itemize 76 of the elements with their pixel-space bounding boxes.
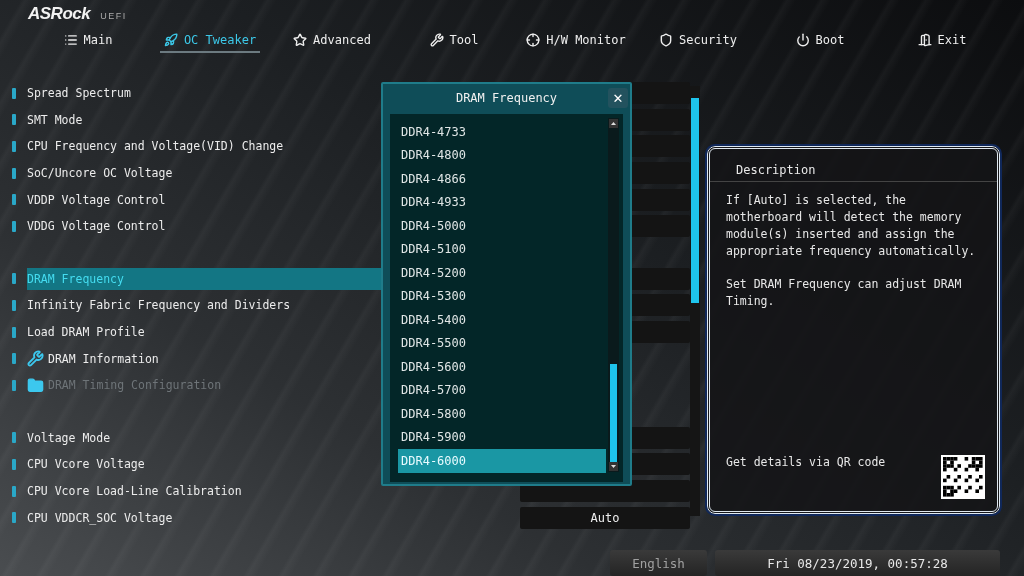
brand-suffix: UEFI: [100, 11, 127, 21]
option-item[interactable]: DDR4-4933: [398, 190, 606, 214]
bullet-icon: [12, 379, 16, 391]
bullet-icon: [12, 432, 16, 444]
bullet-icon: [12, 87, 16, 99]
bullet-icon: [12, 114, 16, 126]
option-item[interactable]: DDR4-5500: [398, 331, 606, 355]
setting-label[interactable]: DRAM Information: [27, 347, 159, 370]
option-item[interactable]: DDR4-5400: [398, 308, 606, 332]
setting-label[interactable]: CPU Vcore Voltage: [27, 453, 145, 476]
setting-label[interactable]: Infinity Fabric Frequency and Dividers: [27, 294, 291, 317]
bullet-icon: [12, 273, 16, 285]
bullet-icon: [12, 458, 16, 470]
menu-tab[interactable]: Security: [655, 31, 741, 53]
rocket-icon: [163, 33, 178, 47]
bullet-icon: [12, 220, 16, 232]
setting-label[interactable]: CPU Vcore Load-Line Calibration: [27, 480, 242, 502]
option-item[interactable]: DDR4-5900: [398, 425, 606, 449]
option-item[interactable]: DDR4-5600: [398, 355, 606, 379]
qr-caption: Get details via QR code: [726, 455, 886, 469]
menu-tab[interactable]: Main: [59, 31, 117, 53]
popup-title: DRAM Frequency: [455, 91, 558, 105]
option-item[interactable]: DDR4-5100: [398, 237, 606, 261]
option-item[interactable]: DDR4-5000: [398, 214, 606, 238]
setting-label[interactable]: Load DRAM Profile: [27, 321, 145, 344]
bullet-icon: [12, 512, 16, 524]
option-item[interactable]: DDR4-4866: [398, 167, 606, 191]
value-field[interactable]: Auto: [520, 506, 690, 529]
bullet-icon: [12, 299, 16, 311]
option-item[interactable]: DDR4-4733: [398, 120, 606, 144]
scroll-thumb[interactable]: [610, 364, 617, 462]
setting-label[interactable]: SMT Mode: [27, 108, 83, 131]
folder-icon: [27, 376, 44, 394]
star-icon: [293, 33, 308, 47]
setting-label[interactable]: VDDP Voltage Control: [27, 188, 166, 211]
scroll-up-icon[interactable]: [609, 119, 618, 128]
setting-label[interactable]: Spread Spectrum: [27, 82, 131, 105]
option-item[interactable]: DDR4-5700: [398, 378, 606, 402]
setting-label[interactable]: VDDG Voltage Control: [27, 215, 166, 238]
bullet-icon: [12, 141, 16, 152]
bullet-icon: [12, 326, 16, 338]
menu-tab[interactable]: H/W Monitor: [522, 31, 630, 53]
date-time: Fri 08/23/2019, 00:57:28: [715, 550, 1000, 576]
menu-tab[interactable]: Advanced: [289, 31, 375, 53]
brand-logo: ASRock: [28, 4, 91, 24]
bullet-icon: [12, 485, 16, 497]
list-icon: [63, 33, 78, 47]
menu-tab[interactable]: Exit: [913, 31, 971, 53]
bullet-icon: [12, 353, 16, 365]
wrench-icon: [429, 33, 444, 47]
power-icon: [795, 33, 810, 47]
wrench-icon: [27, 350, 44, 368]
option-item[interactable]: DDR4-4800: [398, 143, 606, 167]
scrollbar[interactable]: [608, 118, 619, 472]
setting-label[interactable]: CPU Frequency and Voltage(VID) Change: [27, 135, 284, 158]
panel-title: Description: [710, 149, 997, 182]
menu-tab[interactable]: Tool: [425, 31, 483, 53]
door-icon: [917, 33, 932, 47]
crosshair-icon: [526, 33, 541, 47]
scroll-thumb[interactable]: [691, 98, 699, 303]
scroll-down-icon[interactable]: [609, 462, 618, 471]
setting-label[interactable]: CPU VDDCR_SOC Voltage: [27, 506, 173, 529]
bullet-icon: [12, 194, 16, 206]
option-item[interactable]: DDR4-5800: [398, 402, 606, 426]
description-text: If [Auto] is selected, the motherboard will detect the memory module(s) inserted and assign the appropriate frequency automatically.: [726, 192, 977, 260]
language-button[interactable]: English: [610, 550, 707, 576]
setting-label[interactable]: SoC/Uncore OC Voltage: [27, 162, 173, 185]
shield-icon: [659, 33, 674, 47]
menu-tab[interactable]: Boot: [791, 31, 849, 53]
close-button[interactable]: ✕: [608, 88, 628, 108]
scrollbar[interactable]: [690, 86, 700, 516]
qr-code-icon: [941, 455, 985, 499]
description-text: Set DRAM Frequency can adjust DRAM Timing.: [726, 276, 963, 310]
bullet-icon: [12, 167, 16, 179]
setting-label[interactable]: Voltage Mode: [27, 426, 111, 449]
menu-tab[interactable]: OC Tweaker: [159, 31, 261, 53]
